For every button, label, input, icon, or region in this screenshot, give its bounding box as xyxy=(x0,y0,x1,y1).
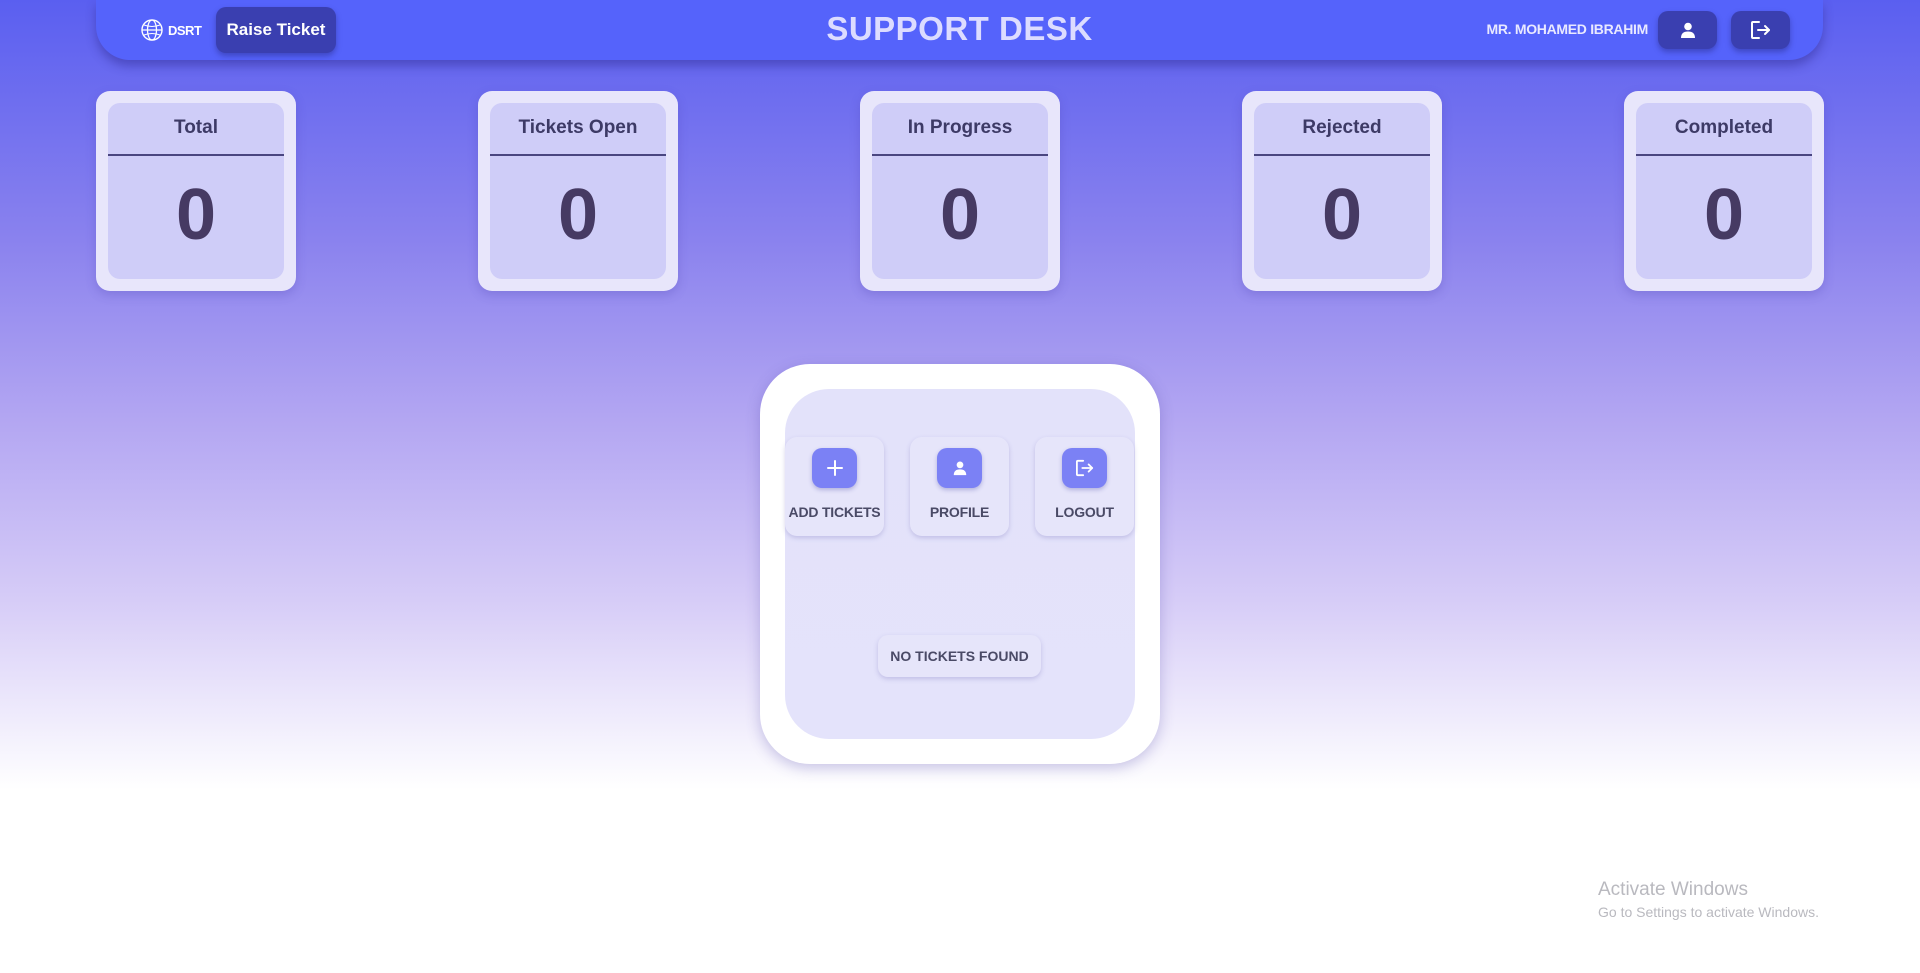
stat-card-total: Total 0 xyxy=(96,91,296,291)
quick-actions-inner: ADD TICKETS PROFILE LOGOUT NO TICKETS FO xyxy=(785,389,1135,739)
user-name: MR. MOHAMED IBRAHIM xyxy=(1486,21,1648,37)
stat-label: Rejected xyxy=(1302,117,1382,138)
profile-tile-button[interactable]: PROFILE xyxy=(910,437,1009,536)
add-tickets-label: ADD TICKETS xyxy=(788,504,881,520)
top-navbar: DSRT Raise Ticket SUPPORT DESK MR. MOHAM… xyxy=(96,0,1823,60)
stat-label: Total xyxy=(174,117,218,138)
profile-button[interactable] xyxy=(1658,11,1717,49)
stat-card-rejected: Rejected 0 xyxy=(1242,91,1442,291)
stat-card-in-progress: In Progress 0 xyxy=(860,91,1060,291)
watermark-title: Activate Windows xyxy=(1598,879,1748,900)
divider xyxy=(1254,154,1430,156)
divider xyxy=(490,154,666,156)
divider xyxy=(1636,154,1812,156)
plus-icon xyxy=(826,460,843,476)
divider xyxy=(108,154,284,156)
quick-actions-panel: ADD TICKETS PROFILE LOGOUT NO TICKETS FO xyxy=(760,364,1160,764)
logout-label: LOGOUT xyxy=(1055,504,1114,520)
watermark-subtitle: Go to Settings to activate Windows. xyxy=(1598,904,1819,920)
stat-card-inner: Total 0 xyxy=(108,103,284,279)
profile-label: PROFILE xyxy=(929,504,990,520)
stat-value: 0 xyxy=(557,175,599,255)
windows-activation-watermark: Activate Windows Go to Settings to activ… xyxy=(1598,878,1819,922)
stat-card-inner: Completed 0 xyxy=(1636,103,1812,279)
stat-value: 0 xyxy=(939,175,981,255)
stat-card-inner: Tickets Open 0 xyxy=(490,103,666,279)
user-icon xyxy=(1680,22,1695,38)
logout-icon xyxy=(1075,459,1093,477)
stat-card-completed: Completed 0 xyxy=(1624,91,1824,291)
stat-value: 0 xyxy=(1703,175,1745,255)
stat-label: Completed xyxy=(1674,117,1774,138)
stat-card-tickets-open: Tickets Open 0 xyxy=(478,91,678,291)
logout-button[interactable] xyxy=(1731,11,1790,49)
logout-tile-button[interactable]: LOGOUT xyxy=(1035,437,1134,536)
add-tickets-icon-box xyxy=(812,448,857,488)
stat-value: 0 xyxy=(175,175,217,255)
logout-icon xyxy=(1750,21,1770,39)
add-tickets-button[interactable]: ADD TICKETS xyxy=(785,437,884,536)
user-icon xyxy=(953,461,966,476)
stat-card-inner: Rejected 0 xyxy=(1254,103,1430,279)
logout-icon-box xyxy=(1062,448,1107,488)
stat-label: In Progress xyxy=(907,117,1013,138)
empty-state-badge: NO TICKETS FOUND xyxy=(878,635,1041,677)
stat-value: 0 xyxy=(1321,175,1363,255)
stat-card-inner: In Progress 0 xyxy=(872,103,1048,279)
profile-icon-box xyxy=(937,448,982,488)
stat-label: Tickets Open xyxy=(518,117,638,138)
divider xyxy=(872,154,1048,156)
